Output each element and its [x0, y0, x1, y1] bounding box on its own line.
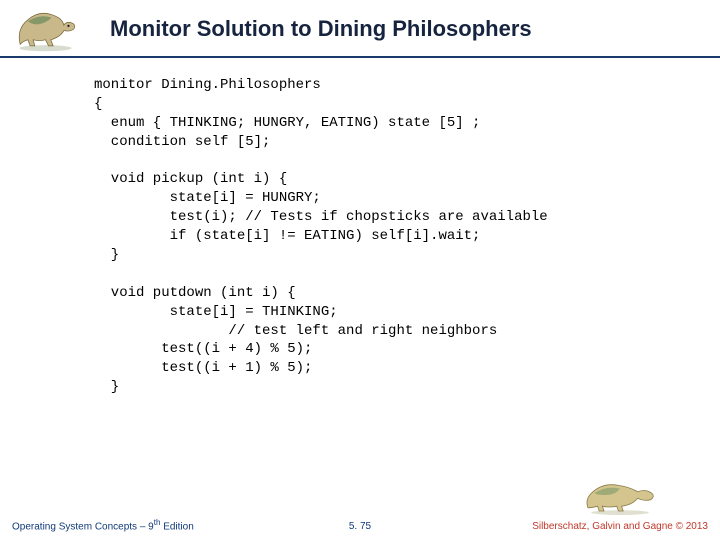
code-line: void putdown (int i) { [94, 285, 296, 301]
slide-footer: Operating System Concepts – 9th Edition … [0, 510, 720, 532]
footer-page-number: 5. 75 [349, 521, 371, 532]
slide-header: Monitor Solution to Dining Philosophers [0, 0, 720, 58]
dinosaur-left-icon [8, 6, 86, 52]
code-block: monitor Dining.Philosophers { enum { THI… [0, 58, 720, 397]
code-line: condition self [5]; [94, 134, 270, 150]
code-line: enum { THINKING; HUNGRY, EATING) state [… [94, 115, 480, 131]
code-line: state[i] = HUNGRY; [94, 190, 321, 206]
code-line: } [94, 247, 119, 263]
slide-title: Monitor Solution to Dining Philosophers [110, 16, 532, 42]
code-line: // test left and right neighbors [94, 323, 497, 339]
code-line: if (state[i] != EATING) self[i].wait; [94, 228, 480, 244]
footer-edition-suffix: Edition [160, 521, 193, 532]
code-line: test((i + 1) % 5); [94, 360, 312, 376]
code-line: monitor Dining.Philosophers [94, 77, 321, 93]
code-line: test((i + 4) % 5); [94, 341, 312, 357]
code-line: void pickup (int i) { [94, 171, 287, 187]
footer-copyright: Silberschatz, Galvin and Gagne © 2013 [532, 521, 708, 532]
footer-left: Operating System Concepts – 9th Edition [12, 518, 194, 532]
footer-book-title: Operating System Concepts – 9 [12, 521, 154, 532]
code-line: state[i] = THINKING; [94, 304, 338, 320]
code-line: test(i); // Tests if chopsticks are avai… [94, 209, 548, 225]
code-line: } [94, 379, 119, 395]
slide: Monitor Solution to Dining Philosophers … [0, 0, 720, 540]
code-line: { [94, 96, 102, 112]
